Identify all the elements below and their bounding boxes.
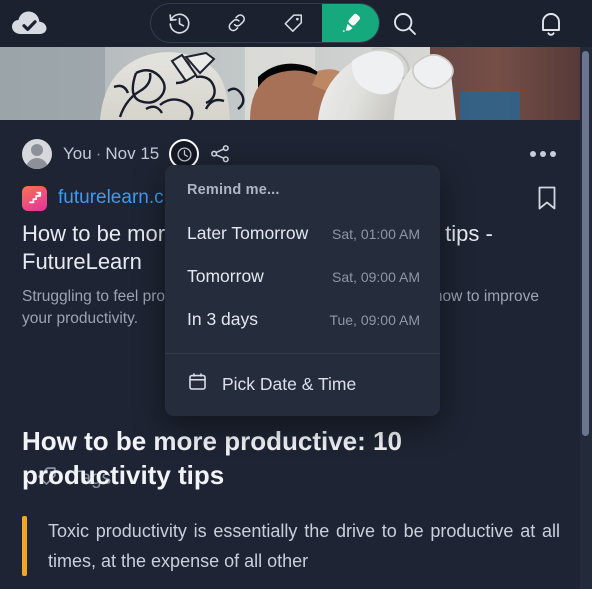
- reminder-option-later-tomorrow[interactable]: Later Tomorrow Sat, 01:00 AM: [165, 212, 440, 255]
- reminder-option-time: Sat, 01:00 AM: [332, 226, 420, 242]
- more-options-button[interactable]: [526, 142, 560, 166]
- app-root: You · Nov 15 futurelearn.c How to be mor…: [0, 0, 592, 589]
- tool-history-button[interactable]: [151, 4, 208, 42]
- article-hero-image: [0, 47, 580, 120]
- reminder-option-label: Later Tomorrow: [187, 223, 309, 243]
- reminder-option-time: Sat, 09:00 AM: [332, 269, 420, 285]
- search-icon[interactable]: [390, 9, 420, 39]
- top-toolbar: [0, 0, 592, 47]
- share-icon[interactable]: [208, 142, 232, 166]
- card-date: Nov 15: [105, 144, 160, 163]
- reminder-option-label: In 3 days: [187, 309, 259, 329]
- reminder-option-label: Tomorrow: [187, 266, 264, 286]
- avatar: [22, 139, 52, 169]
- pick-date-time-label: Pick Date & Time: [222, 373, 357, 394]
- scrollbar-thumb[interactable]: [582, 51, 589, 436]
- cloud-check-icon[interactable]: [10, 10, 50, 38]
- tool-link-button[interactable]: [208, 4, 265, 42]
- author-name: You: [63, 144, 92, 163]
- reminder-option-time: Tue, 09:00 AM: [329, 312, 420, 328]
- highlighted-quote[interactable]: Toxic productivity is essentially the dr…: [22, 516, 562, 576]
- card-meta-text: You · Nov 15: [63, 144, 159, 164]
- futurelearn-favicon: [22, 185, 47, 211]
- reader-title: How to be more productive: 10 productivi…: [22, 426, 402, 490]
- highlight-bar: [22, 516, 27, 576]
- tool-pill-group: [150, 3, 380, 43]
- bookmark-icon[interactable]: [534, 184, 560, 212]
- pick-date-time-button[interactable]: Pick Date & Time: [165, 354, 440, 416]
- bell-icon[interactable]: [536, 8, 566, 40]
- calendar-icon: [187, 371, 208, 397]
- reminder-option-tomorrow[interactable]: Tomorrow Sat, 09:00 AM: [165, 255, 440, 298]
- quote-text: Toxic productivity is essentially the dr…: [48, 521, 560, 571]
- source-link[interactable]: futurelearn.c: [58, 187, 164, 209]
- reminder-dropdown-menu: Remind me... Later Tomorrow Sat, 01:00 A…: [165, 165, 440, 416]
- reader-section: How to be more productive: 10 productivi…: [0, 418, 580, 589]
- tool-tag-button[interactable]: [265, 4, 322, 42]
- tool-highlighter-button[interactable]: [322, 4, 379, 42]
- reminder-menu-header: Remind me...: [187, 182, 280, 198]
- reminder-option-in-3-days[interactable]: In 3 days Tue, 09:00 AM: [165, 298, 440, 341]
- meta-separator: ·: [95, 144, 102, 163]
